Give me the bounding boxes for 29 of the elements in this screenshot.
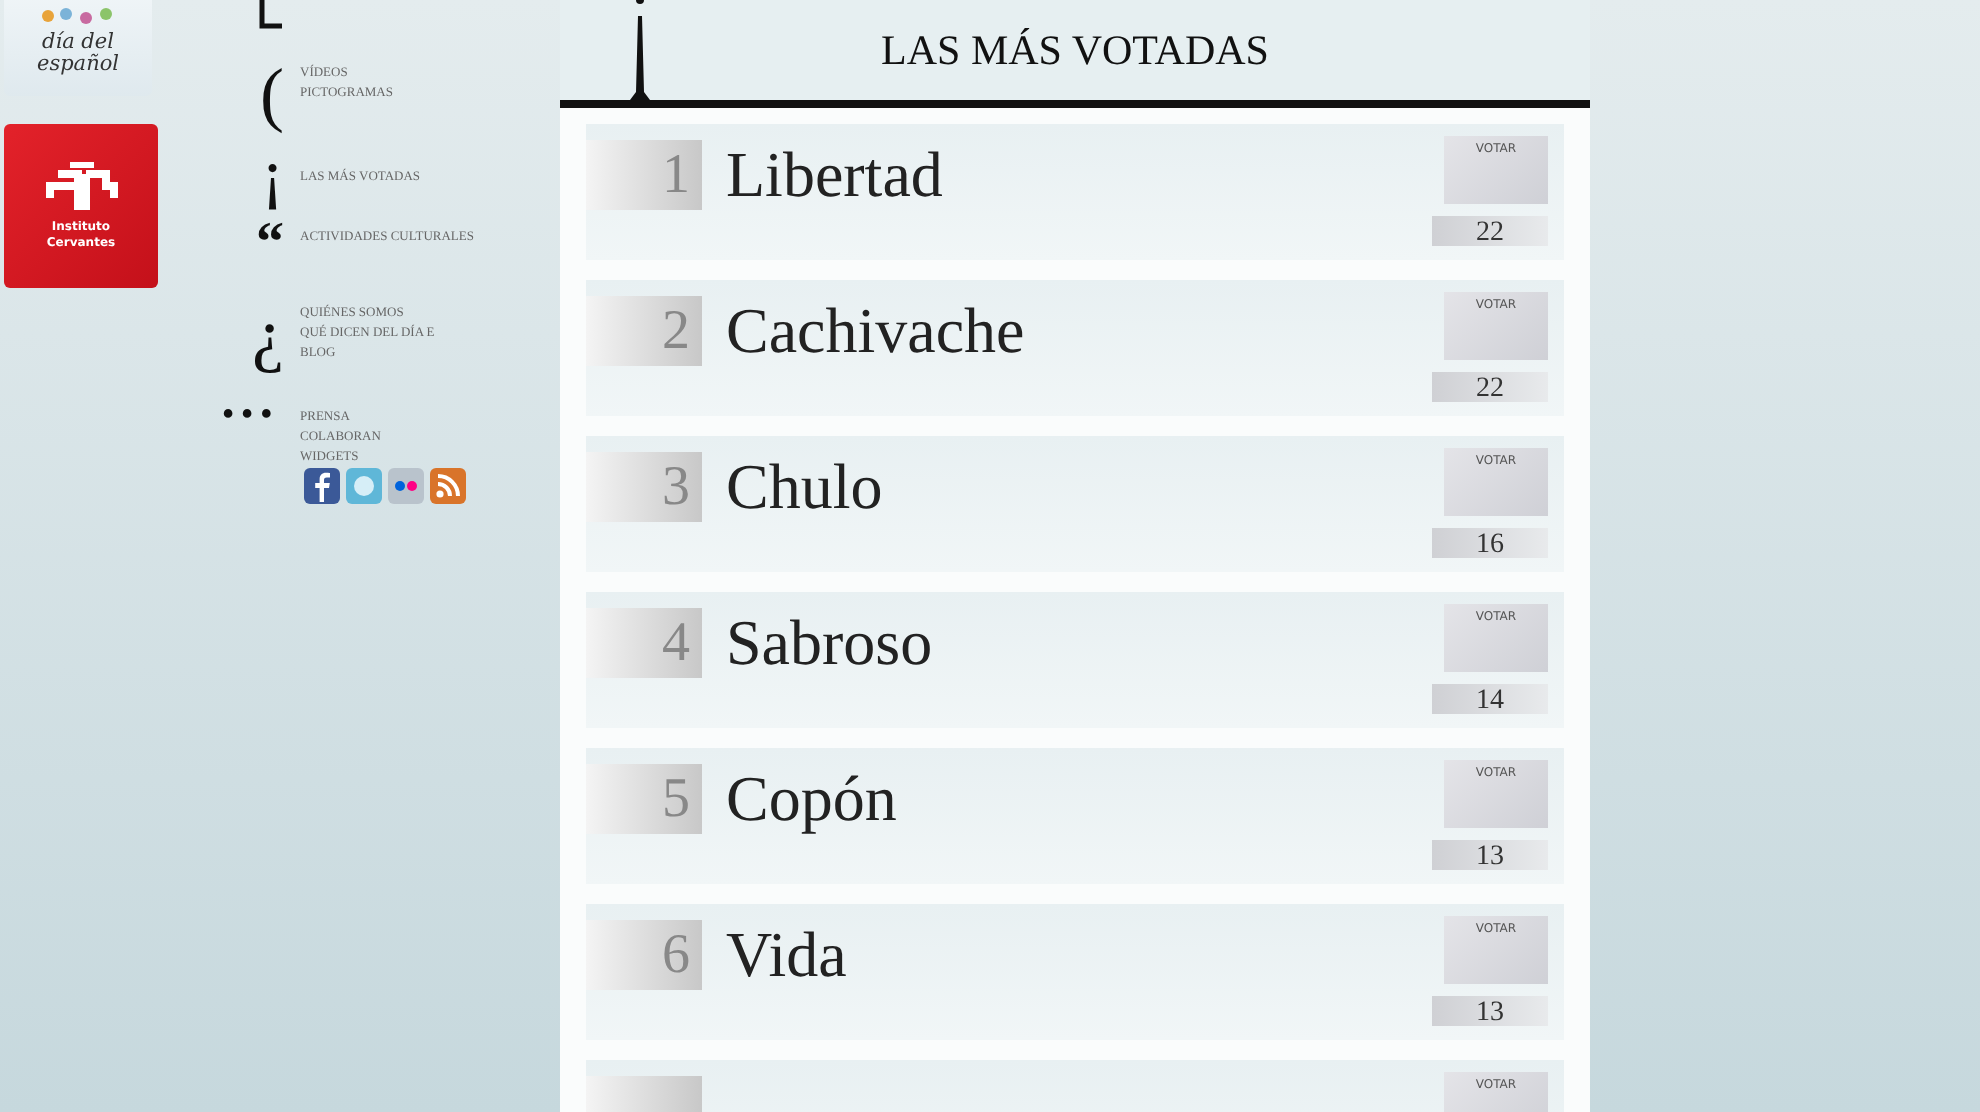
glyph-icon: ¿ bbox=[184, 292, 300, 379]
rank-number: 6 bbox=[586, 920, 702, 990]
rank-number: 3 bbox=[586, 452, 702, 522]
logo-text: día del español bbox=[34, 32, 122, 76]
bracket-icon bbox=[256, 0, 284, 32]
rank-number: 5 bbox=[586, 764, 702, 834]
vote-count: 13 bbox=[1432, 996, 1548, 1026]
rank-number: 2 bbox=[586, 296, 702, 366]
vote-count: 14 bbox=[1432, 684, 1548, 714]
facebook-icon[interactable] bbox=[304, 468, 340, 504]
word-label[interactable]: Copón bbox=[726, 764, 1428, 834]
confetti-icon bbox=[38, 8, 118, 28]
rank-number: 1 bbox=[586, 140, 702, 210]
vote-count: 16 bbox=[1432, 528, 1548, 558]
emblem-icon bbox=[41, 161, 121, 213]
vote-count: 22 bbox=[1432, 216, 1548, 246]
vote-count: 22 bbox=[1432, 372, 1548, 402]
word-label[interactable]: Sabroso bbox=[726, 608, 1428, 678]
rank-number: 4 bbox=[586, 608, 702, 678]
rss-icon[interactable] bbox=[430, 468, 466, 504]
word-label[interactable]: Libertad bbox=[726, 140, 1428, 210]
section-title: LAS MÁS VOTADAS bbox=[881, 25, 1269, 75]
word-label[interactable]: Cachivache bbox=[726, 296, 1428, 366]
word-label[interactable]: Vida bbox=[726, 920, 1428, 990]
vote-count: 13 bbox=[1432, 840, 1548, 870]
glyph-icon: • • • bbox=[172, 396, 300, 435]
glyph-icon: “ bbox=[184, 216, 300, 272]
word-label[interactable]: Chulo bbox=[726, 452, 1428, 522]
flickr-icon[interactable] bbox=[388, 468, 424, 504]
